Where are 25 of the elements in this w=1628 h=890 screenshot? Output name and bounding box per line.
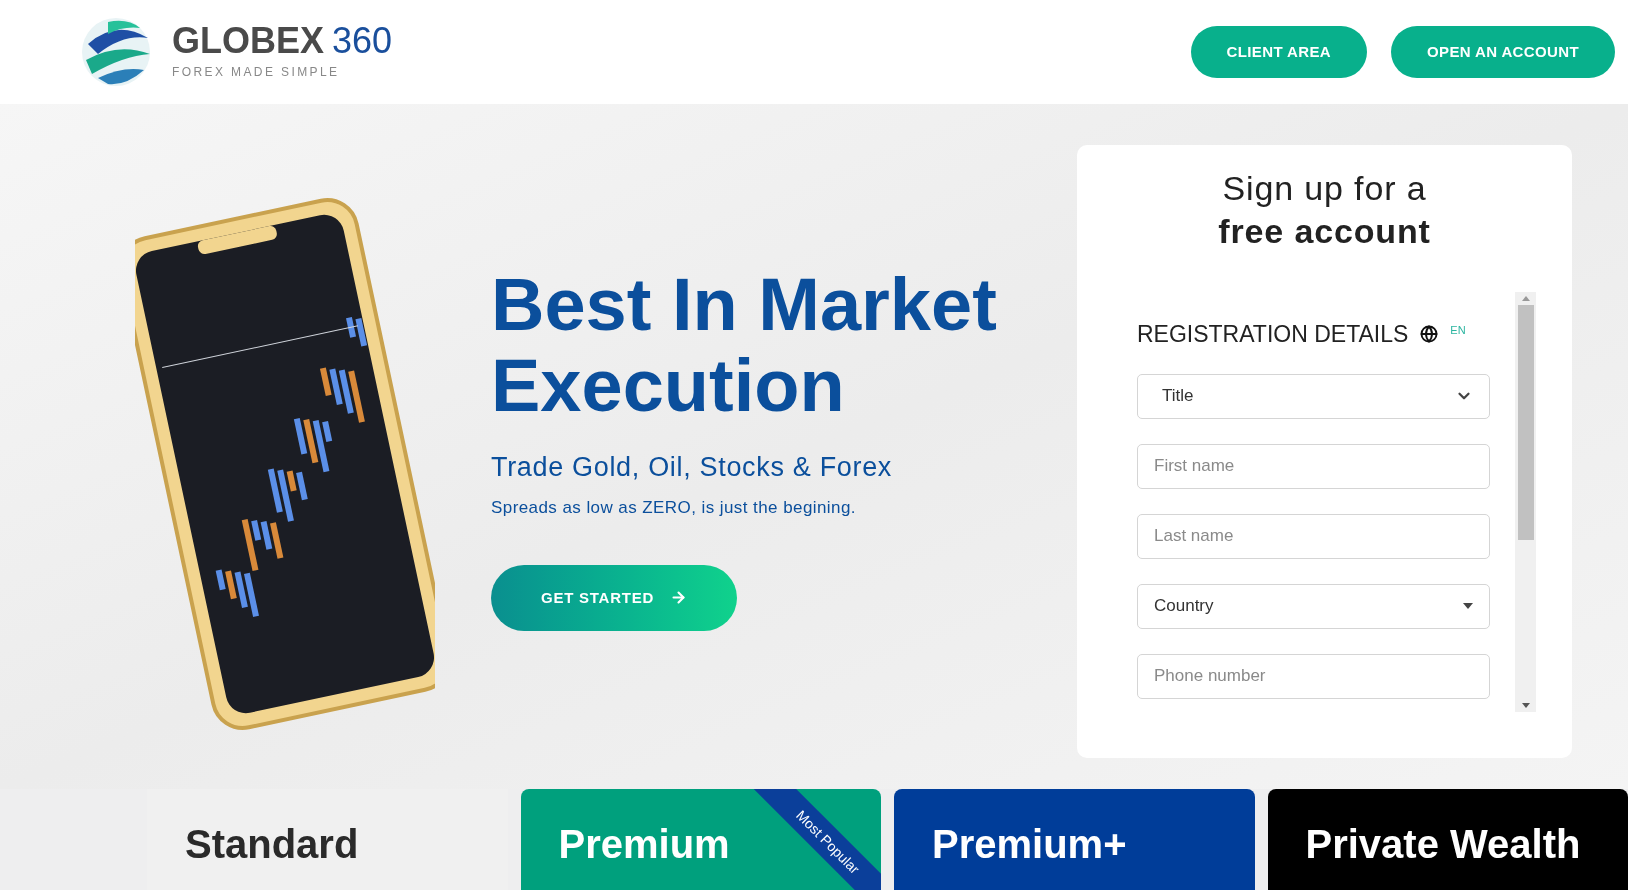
scrollbar[interactable] [1515, 292, 1536, 712]
input-field[interactable]: Last name [1137, 513, 1490, 559]
brand-number: 360 [332, 23, 393, 59]
brand-tagline: FOREX MADE SIMPLE [172, 64, 341, 81]
input-field[interactable]: Phone number [1137, 653, 1490, 699]
scroll-down-icon[interactable] [1521, 703, 1530, 708]
plan-name: Standard [185, 822, 359, 866]
hero-tagline: Spreads as low as ZERO, is just the begining. [491, 497, 857, 520]
hero-heading: Best In Market Execution [491, 264, 998, 427]
hero-subheading: Trade Gold, Oil, Stocks & Forex [491, 450, 894, 484]
country-select[interactable]: Country [1137, 583, 1490, 629]
section-heading: REGISTRATION DETAILS [1137, 320, 1409, 349]
brand-name: GLOBEX [172, 23, 324, 59]
plan-card[interactable]: Premium+ [894, 789, 1255, 890]
dropdown-triangle-icon [1463, 603, 1473, 609]
plan-name: Private Wealth [1305, 822, 1581, 866]
plan-name: Premium+ [932, 822, 1127, 866]
title-select[interactable]: Title [1137, 373, 1490, 419]
plan-name: Premium [558, 822, 730, 866]
signup-title: Sign up for a free account [1218, 168, 1431, 252]
globe-icon[interactable] [1420, 325, 1439, 344]
plan-card[interactable]: Private Wealth [1267, 789, 1628, 890]
scrollbar-thumb[interactable] [1517, 305, 1534, 540]
input-field[interactable]: First name [1137, 443, 1490, 489]
scroll-up-icon[interactable] [1521, 296, 1530, 301]
